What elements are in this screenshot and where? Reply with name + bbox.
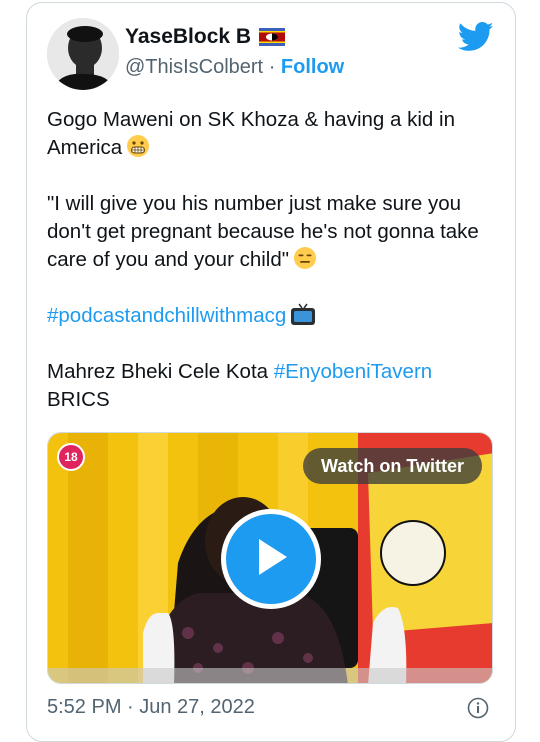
twitter-bird-icon[interactable] — [457, 22, 494, 52]
television-icon — [290, 302, 316, 326]
video-thumbnail[interactable]: 18 Watch on Twitter — [47, 432, 493, 684]
expressionless-face-icon — [293, 246, 317, 270]
tweet-text: Gogo Maweni on SK Khoza & having a kid i… — [47, 106, 497, 414]
handle-row: @ThisIsColbert · Follow — [125, 56, 344, 79]
tweet-quote: "I will give you his number just make su… — [47, 192, 479, 271]
info-icon[interactable] — [467, 697, 489, 719]
watch-on-twitter-button[interactable]: Watch on Twitter — [303, 448, 482, 484]
avatar[interactable] — [47, 18, 119, 90]
play-button[interactable] — [221, 509, 321, 609]
grimacing-face-icon — [126, 134, 150, 158]
follow-button[interactable]: Follow — [281, 56, 344, 78]
tags-suffix: BRICS — [47, 388, 110, 411]
play-icon — [251, 535, 291, 584]
tags-prefix: Mahrez Bheki Cele Kota — [47, 360, 269, 383]
eswatini-flag-icon — [259, 28, 286, 46]
tweet-timestamp[interactable]: 5:52 PM · Jun 27, 2022 — [47, 696, 255, 719]
author-handle[interactable]: @ThisIsColbert — [125, 56, 263, 78]
age-restriction-badge: 18 — [57, 443, 85, 471]
author-name-row: YaseBlock B — [125, 25, 286, 49]
hashtag-link-2[interactable]: #EnyobeniTavern — [274, 360, 432, 383]
tweet-line-1: Gogo Maweni on SK Khoza & having a kid i… — [47, 108, 455, 159]
hashtag-link-1[interactable]: #podcastandchillwithmacg — [47, 304, 286, 327]
handle-separator: · — [268, 56, 276, 78]
author-name[interactable]: YaseBlock B — [125, 25, 251, 49]
